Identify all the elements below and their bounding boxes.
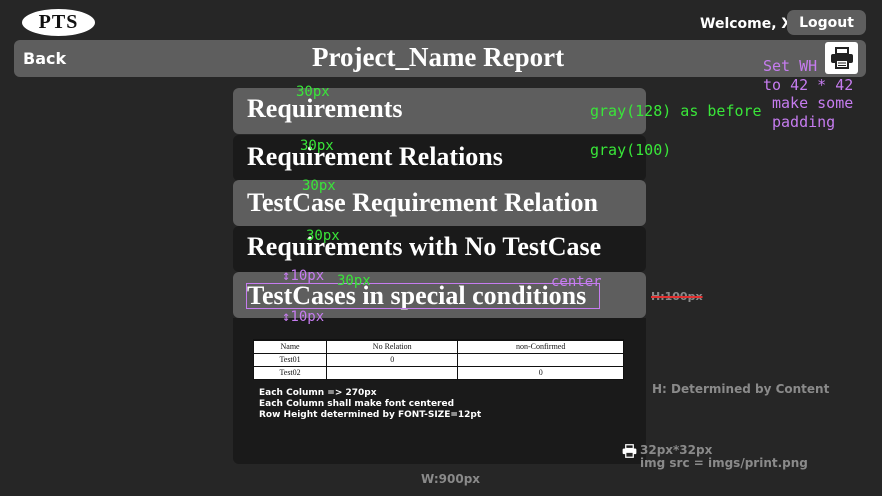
print-annotation: to 42 * 42 — [763, 76, 854, 94]
menu-item-label: TestCase Requirement Relation — [247, 188, 598, 217]
highlight-box — [246, 283, 600, 309]
table-cell — [457, 352, 624, 367]
padding-annotation: ↕10px — [282, 268, 325, 284]
table-header-row: Name No Relation non-Confirmed — [252, 339, 624, 354]
width-annotation: W:900px — [421, 472, 481, 486]
print-annotation: make some — [772, 94, 854, 112]
note-line: Each Column shall make font centered — [259, 399, 455, 409]
print-annotation: Set WH — [763, 57, 818, 75]
testcase-table: Name No Relation non-Confirmed Test01 0 … — [252, 339, 624, 380]
print-button[interactable] — [825, 42, 858, 74]
column-header: non-Confirmed — [457, 339, 624, 354]
column-notes: Each Column => 270px Each Column shall m… — [259, 388, 481, 421]
table-cell: Test01 — [252, 352, 328, 367]
small-print-button[interactable] — [622, 443, 637, 458]
note-line: Row Height determined by FONT-SIZE=12pt — [259, 410, 482, 420]
print-annotation: padding — [772, 113, 836, 131]
column-header: No Relation — [326, 339, 459, 354]
color-annotation: gray(128) as before — [590, 102, 762, 120]
menu-item-label: Requirements with No TestCase — [247, 232, 602, 261]
spacing-annotation: 30px — [302, 178, 336, 194]
spacing-annotation: 30px — [337, 273, 371, 289]
icon-size-annotation: 32px*32px — [640, 443, 713, 457]
table-cell: Test02 — [252, 365, 328, 380]
table-cell: 0 — [326, 352, 459, 367]
printer-icon — [622, 443, 637, 458]
back-button[interactable]: Back — [23, 49, 66, 68]
padding-annotation: ↕10px — [282, 309, 325, 325]
spacing-annotation: 30px — [306, 228, 340, 244]
note-line: Each Column => 270px — [259, 388, 377, 398]
column-header: Name — [252, 339, 328, 354]
height-annotation-struck: H:100px — [651, 290, 703, 303]
logo-text: PTS — [38, 11, 79, 33]
icon-src-annotation: img src = imgs/print.png — [640, 456, 808, 470]
center-annotation: center — [551, 274, 602, 290]
color-annotation: gray(100) — [590, 141, 672, 159]
menu-item-label: Requirement Relations — [247, 142, 503, 171]
pts-logo[interactable]: PTS — [22, 9, 95, 36]
table-row: Test02 0 — [252, 365, 624, 380]
table-row: Test01 0 — [252, 352, 624, 367]
table-cell — [326, 365, 459, 380]
spacing-annotation: 30px — [300, 138, 334, 154]
spacing-annotation: 30px — [296, 84, 330, 100]
logout-button[interactable]: Logout — [787, 10, 866, 35]
height-annotation: H: Determined by Content — [652, 382, 830, 396]
page-title: Project_Name Report — [312, 42, 565, 72]
table-cell: 0 — [457, 365, 624, 380]
printer-icon — [830, 47, 853, 69]
